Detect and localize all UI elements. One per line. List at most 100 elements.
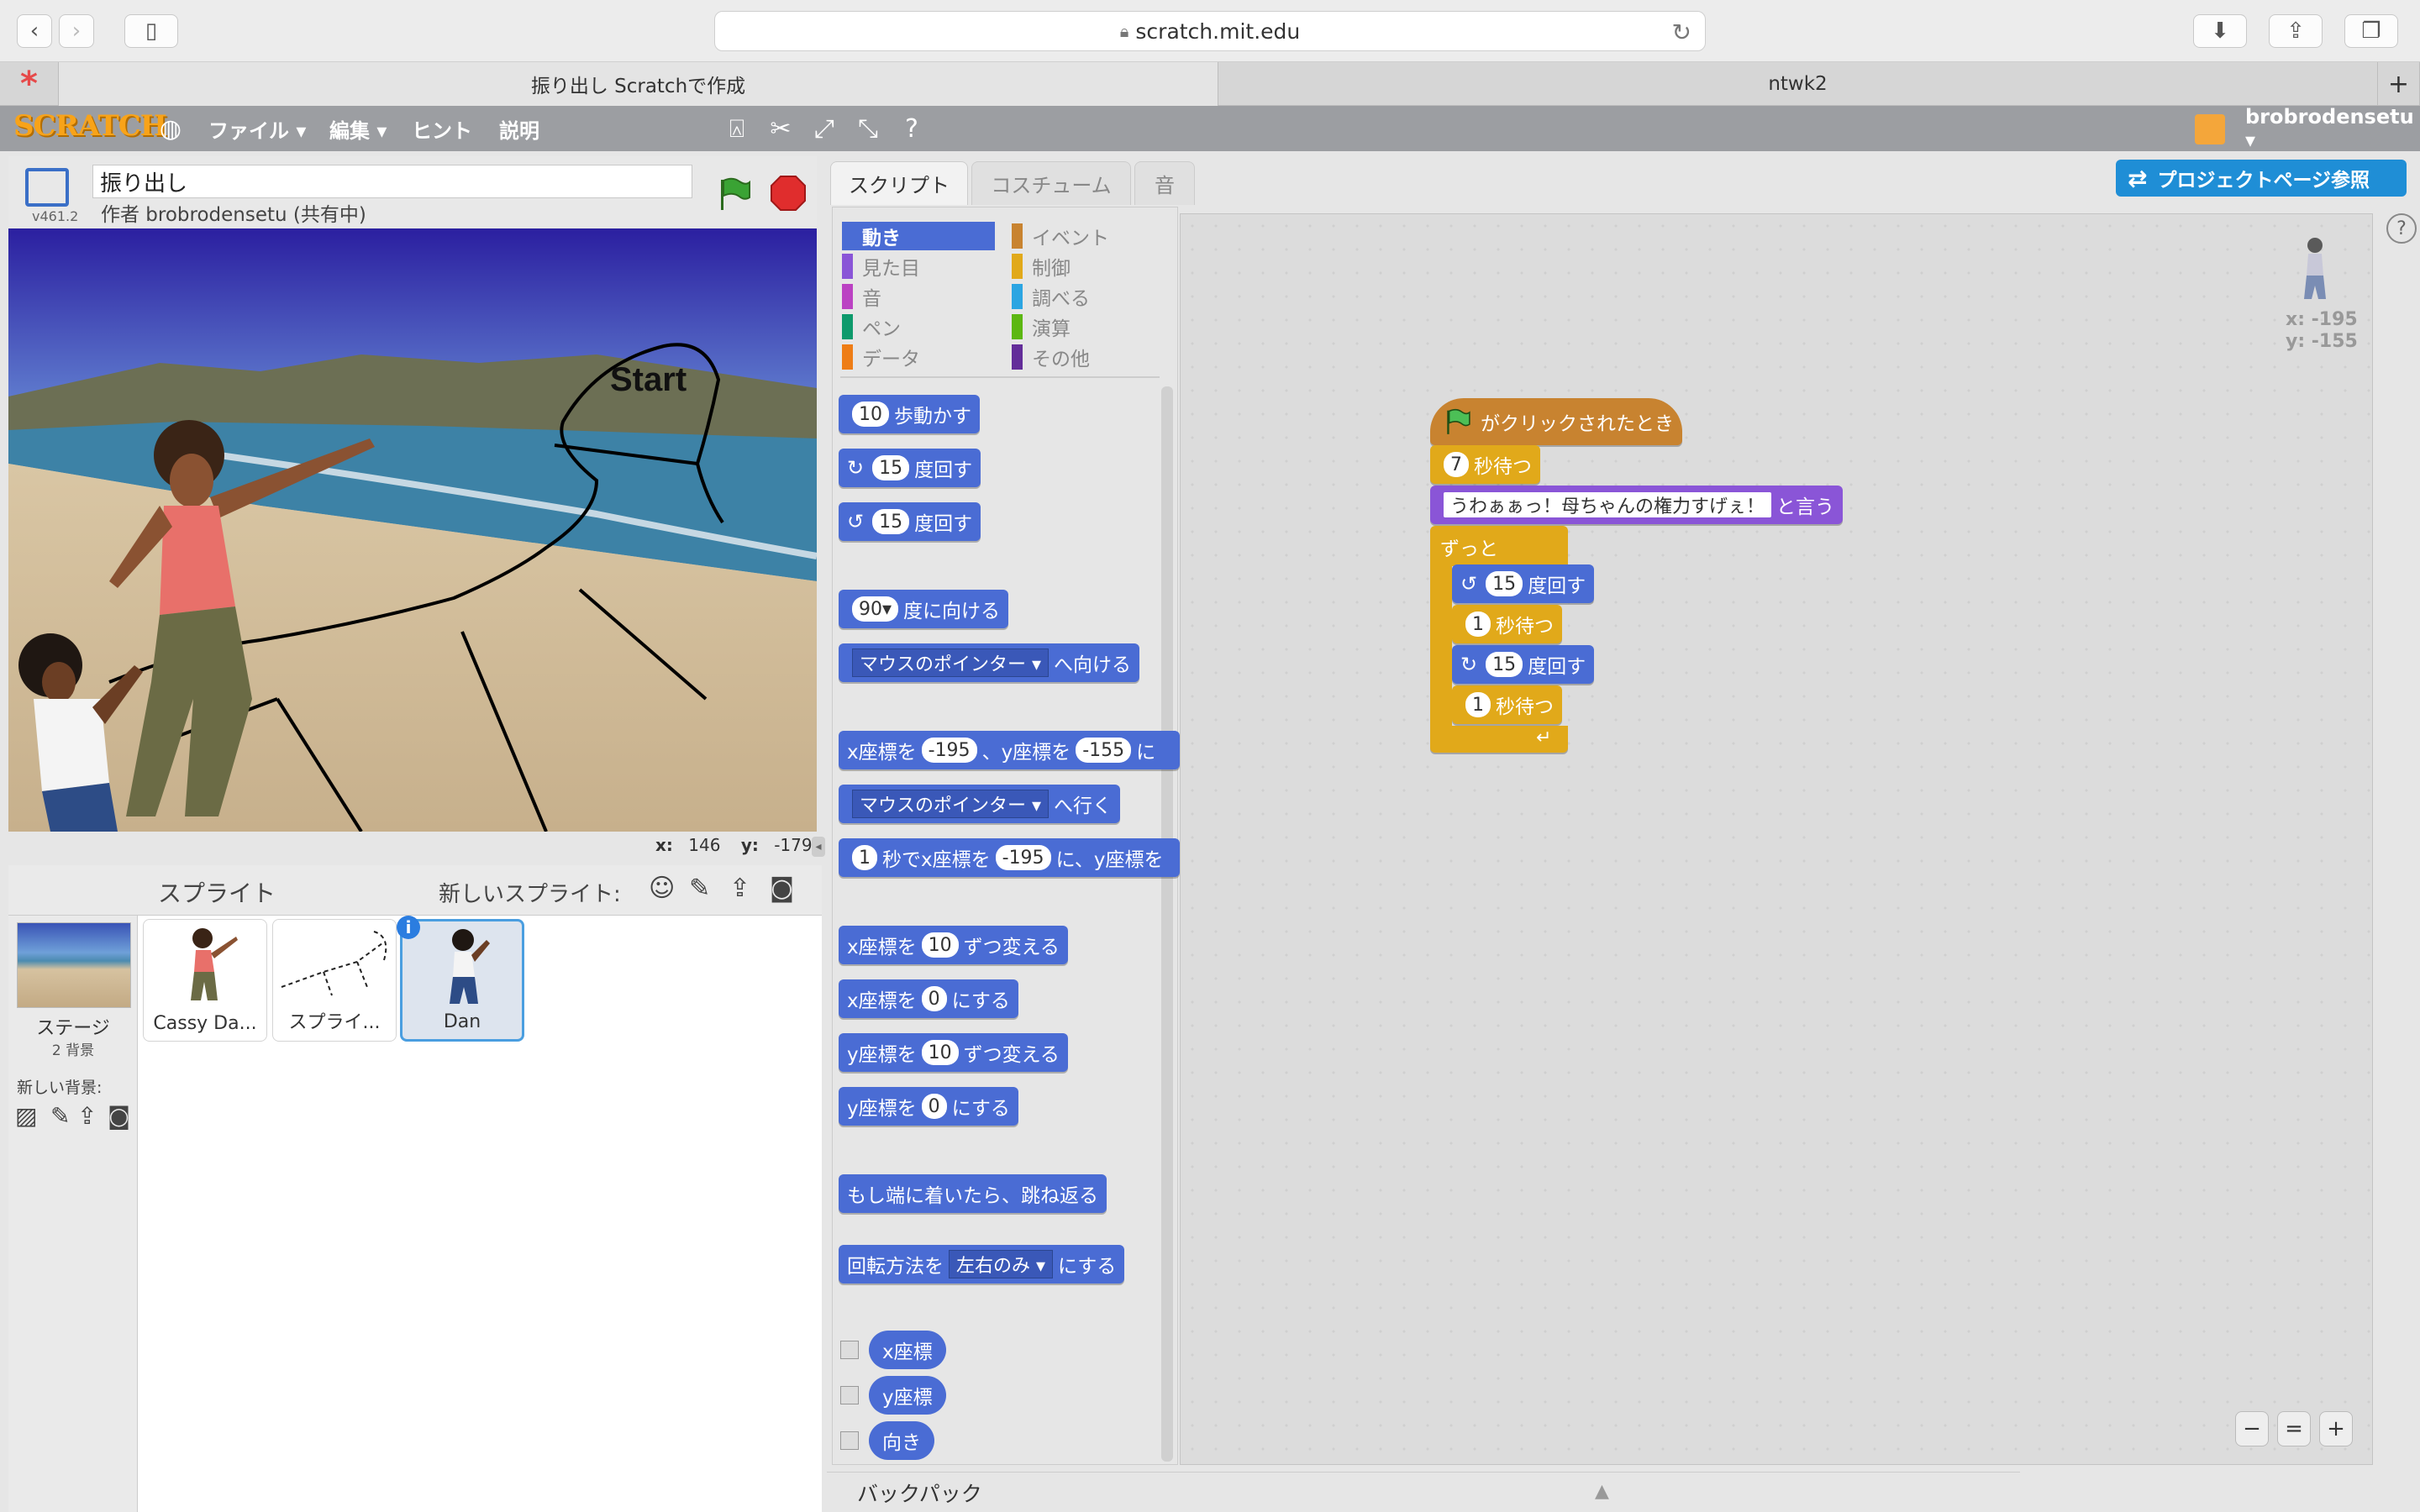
block-wait-7[interactable]: 7 秒待つ — [1430, 445, 1540, 484]
backdrop-paint-icon[interactable]: ✎ — [50, 1102, 70, 1130]
back-button[interactable]: ‹ — [17, 14, 52, 48]
block-wait-1b[interactable]: 1 秒待つ — [1452, 685, 1562, 724]
block-input[interactable]: 10 — [852, 402, 889, 427]
project-page-button[interactable]: ⇄ プロジェクトページ参照 — [2116, 160, 2407, 197]
x-position-checkbox[interactable] — [840, 1341, 859, 1359]
project-title-input[interactable]: 振り出し — [92, 165, 692, 198]
collapse-stage-icon[interactable]: ◂ — [812, 837, 825, 857]
user-menu[interactable]: brobrodensetu ▾ — [2245, 105, 2420, 152]
backdrop-camera-icon[interactable]: ◙ — [108, 1102, 130, 1130]
stage-canvas[interactable]: Start — [8, 228, 817, 832]
block-input[interactable]: -155 — [1076, 738, 1132, 763]
block-when-flag-clicked[interactable]: がクリックされたとき — [1430, 398, 1682, 445]
green-flag-icon[interactable] — [714, 175, 753, 213]
category-events[interactable]: イベント — [1012, 222, 1165, 250]
sidebar-button[interactable]: ▯ — [124, 14, 178, 48]
block-input[interactable]: 1 — [1465, 612, 1491, 637]
reload-icon[interactable]: ↻ — [1672, 18, 1691, 46]
palette-scrollbar[interactable] — [1161, 386, 1173, 1462]
block-point-towards[interactable]: マウスのポインター ▾ へ向ける — [839, 643, 1140, 682]
block-input[interactable]: -195 — [995, 845, 1051, 870]
direction-checkbox[interactable] — [840, 1431, 859, 1450]
zoom-out-icon[interactable]: − — [2235, 1411, 2269, 1446]
help-tool-icon[interactable]: ? — [897, 114, 926, 144]
url-field[interactable]: 🔒︎ scratch.mit.edu ↻ — [714, 11, 1706, 51]
forward-button[interactable]: › — [59, 14, 94, 48]
menu-about[interactable]: 説明 — [499, 106, 539, 151]
block-change-y[interactable]: y座標を 10 ずつ変える — [839, 1033, 1068, 1072]
block-go-to-xy[interactable]: x座標を -195 、y座標を -155 に — [839, 731, 1180, 769]
block-input[interactable]: 15 — [872, 455, 910, 480]
category-sound[interactable]: 音 — [842, 282, 995, 311]
delete-tool-icon[interactable]: ✂ — [766, 114, 795, 144]
block-input[interactable]: 15 — [872, 509, 910, 534]
menu-edit[interactable]: 編集 ▾ — [329, 106, 387, 151]
block-set-y[interactable]: y座標を 0 にする — [839, 1087, 1018, 1126]
block-turn-right-script[interactable]: ↻ 15 度回す — [1452, 645, 1595, 684]
block-input[interactable]: 1 — [852, 845, 877, 870]
backdrop-library-icon[interactable]: ▨ — [15, 1102, 37, 1130]
downloads-button[interactable]: ⬇ — [2193, 14, 2247, 48]
block-go-to[interactable]: マウスのポインター ▾ へ行く — [839, 785, 1121, 823]
block-wait-1a[interactable]: 1 秒待つ — [1452, 605, 1562, 643]
menu-tips[interactable]: ヒント — [412, 106, 472, 151]
block-input[interactable]: -195 — [921, 738, 977, 763]
block-set-x[interactable]: x座標を 0 にする — [839, 979, 1018, 1018]
category-data[interactable]: データ — [842, 343, 995, 371]
shrink-tool-icon[interactable]: ⤡ — [854, 114, 882, 144]
grow-tool-icon[interactable]: ⤢ — [810, 114, 839, 144]
sprite-thumb-dan[interactable]: Dan — [400, 919, 524, 1042]
tab-active[interactable]: 振り出し Scratchで作成 — [59, 62, 1218, 106]
block-input[interactable]: 10 — [921, 1040, 959, 1065]
sprite-info-icon[interactable]: i — [397, 916, 420, 939]
camera-icon[interactable]: ◙ — [770, 874, 794, 903]
block-move[interactable]: 10 歩動かす — [839, 395, 980, 433]
category-control[interactable]: 制御 — [1012, 252, 1165, 281]
block-point-direction[interactable]: 90▾ 度に向ける — [839, 590, 1009, 628]
category-looks[interactable]: 見た目 — [842, 252, 995, 281]
tab-sounds[interactable]: 音 — [1134, 161, 1195, 205]
block-dropdown[interactable]: 左右のみ ▾ — [949, 1250, 1054, 1278]
block-change-x[interactable]: x座標を 10 ずつ変える — [839, 926, 1068, 964]
user-avatar[interactable] — [2195, 114, 2225, 144]
upload-icon[interactable]: ⇪ — [729, 874, 750, 903]
new-tab-button[interactable]: + — [2378, 62, 2420, 106]
block-input[interactable]: 90▾ — [852, 596, 899, 622]
zoom-reset-icon[interactable]: = — [2277, 1411, 2311, 1446]
block-bounce[interactable]: もし端に着いたら、跳ね返る — [839, 1174, 1107, 1213]
expand-up-icon[interactable]: ▲ — [1595, 1481, 1609, 1502]
block-turn-left-script[interactable]: ↺ 15 度回す — [1452, 564, 1595, 603]
category-more[interactable]: その他 — [1012, 343, 1165, 371]
sprite-thumb-cassy[interactable]: Cassy Da... — [143, 919, 267, 1042]
script-area[interactable] — [1180, 213, 2373, 1465]
block-turn-right[interactable]: ↻ 15 度回す — [839, 449, 981, 487]
scratch-logo[interactable]: SCRATCH — [13, 109, 167, 143]
tab-ntwk2[interactable]: ntwk2 — [1218, 62, 2378, 106]
paint-brush-icon[interactable]: ✎ — [689, 874, 710, 903]
block-dropdown[interactable]: マウスのポインター ▾ — [852, 648, 1050, 677]
block-input[interactable]: 0 — [921, 1094, 947, 1119]
duplicate-tool-icon[interactable]: ⍓ — [723, 114, 751, 144]
menu-file[interactable]: ファイル ▾ — [208, 106, 306, 151]
pinned-tab[interactable]: * — [0, 62, 59, 106]
block-dropdown[interactable]: マウスのポインター ▾ — [852, 790, 1050, 818]
block-input[interactable]: 7 — [1444, 452, 1469, 477]
block-input[interactable]: 15 — [1486, 652, 1523, 677]
sprite-library-icon[interactable]: ☺ — [649, 874, 675, 903]
reporter-x-position[interactable]: x座標 — [869, 1331, 946, 1369]
say-text-input[interactable]: うわぁぁっ！母ちゃんの権力すげぇ！ — [1444, 492, 1772, 517]
category-operators[interactable]: 演算 — [1012, 312, 1165, 341]
fullscreen-icon[interactable] — [25, 168, 69, 207]
reporter-y-position[interactable]: y座標 — [869, 1376, 946, 1415]
block-input[interactable]: 0 — [921, 986, 947, 1011]
block-rotation-style[interactable]: 回転方法を 左右のみ ▾ にする — [839, 1245, 1125, 1284]
zoom-in-icon[interactable]: + — [2319, 1411, 2353, 1446]
category-sensing[interactable]: 調べる — [1012, 282, 1165, 311]
tab-costumes[interactable]: コスチューム — [971, 161, 1131, 205]
category-motion[interactable]: 動き — [842, 222, 995, 250]
backdrop-upload-icon[interactable]: ⇪ — [77, 1102, 97, 1130]
y-position-checkbox[interactable] — [840, 1386, 859, 1404]
tabs-overview-button[interactable]: ❐ — [2344, 14, 2398, 48]
block-glide[interactable]: 1 秒でx座標を -195 に、y座標を — [839, 838, 1180, 877]
globe-icon[interactable]: ◍ — [156, 114, 185, 144]
